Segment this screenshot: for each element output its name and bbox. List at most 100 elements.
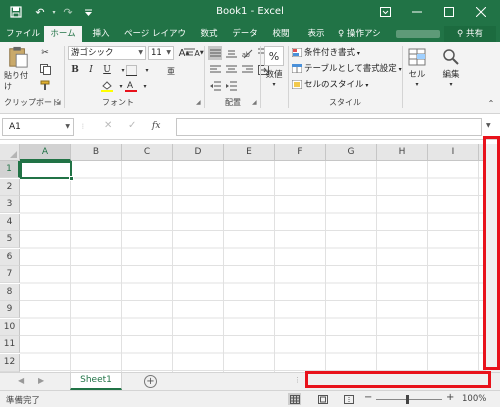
cancel-icon[interactable]: ✕ — [104, 120, 112, 138]
number-format-button[interactable]: 数値 — [262, 68, 286, 80]
ribbon-display-options-icon[interactable] — [372, 2, 398, 22]
align-bottom-icon[interactable] — [224, 46, 238, 60]
zoom-slider-thumb[interactable] — [406, 395, 409, 404]
format-as-table-button[interactable]: テーブルとして書式設定 ▾ — [292, 62, 402, 76]
page-layout-view-icon[interactable] — [316, 393, 329, 405]
increase-indent-icon[interactable] — [224, 79, 238, 93]
row-header[interactable]: 2 — [0, 179, 20, 196]
add-sheet-icon[interactable]: + — [144, 375, 157, 388]
row-header[interactable]: 7 — [0, 266, 20, 283]
column-header[interactable]: D — [173, 144, 224, 161]
chevron-down-icon[interactable]: ▾ — [270, 80, 278, 88]
align-left-icon[interactable] — [208, 63, 222, 77]
cells-button[interactable]: セル — [404, 68, 430, 80]
cut-icon[interactable]: ✂ — [38, 46, 52, 60]
chevron-down-icon[interactable]: ▾ — [447, 80, 455, 88]
tab-home[interactable]: ホーム — [44, 26, 82, 42]
column-header[interactable]: C — [122, 144, 173, 161]
chevron-down-icon[interactable]: ▾ — [413, 80, 421, 88]
enter-icon[interactable]: ✓ — [128, 120, 136, 138]
format-painter-icon[interactable] — [38, 78, 52, 92]
minimize-button[interactable] — [404, 2, 430, 22]
tab-split-handle-icon[interactable]: ⋮ — [294, 376, 301, 384]
tell-me-box[interactable]: ♀ 操作アシ — [338, 26, 381, 42]
tab-view[interactable]: 表示 — [300, 26, 332, 42]
select-all-button[interactable] — [0, 144, 20, 161]
maximize-button[interactable] — [436, 2, 462, 22]
drag-handle-icon[interactable]: ⋮ — [80, 123, 86, 141]
worksheet-grid[interactable]: A B C D E F G H I 1 2 3 4 5 6 7 8 9 10 1… — [0, 144, 486, 372]
editing-button[interactable]: 編集 — [436, 68, 466, 80]
column-header[interactable]: F — [275, 144, 326, 161]
decrease-indent-icon[interactable] — [208, 79, 222, 93]
fill-handle[interactable] — [69, 176, 74, 181]
align-top-icon[interactable] — [182, 46, 196, 60]
row-header[interactable]: 4 — [0, 214, 20, 231]
collapse-ribbon-icon[interactable]: ⌃ — [486, 98, 496, 108]
row-header[interactable]: 8 — [0, 284, 20, 301]
column-header[interactable]: E — [224, 144, 275, 161]
scroll-right-icon[interactable]: ▶ — [38, 376, 44, 385]
font-color-dropdown-icon[interactable]: ▾ — [138, 79, 152, 93]
row-header[interactable]: 3 — [0, 196, 20, 213]
font-color-icon[interactable]: A — [124, 79, 138, 93]
alignment-launcher-icon[interactable]: ◢ — [252, 99, 257, 106]
insert-function-icon[interactable]: fx — [152, 121, 160, 139]
cell-styles-button[interactable]: セルのスタイル ▾ — [292, 78, 368, 92]
tab-insert[interactable]: 挿入 — [84, 26, 118, 42]
column-header[interactable]: H — [377, 144, 428, 161]
page-break-view-icon[interactable] — [342, 393, 355, 405]
orientation-icon[interactable]: ab — [240, 46, 254, 60]
row-header[interactable]: 11 — [0, 336, 20, 353]
underline-button[interactable]: U — [100, 63, 114, 77]
percent-icon[interactable]: % — [264, 46, 284, 66]
row-header[interactable]: 6 — [0, 249, 20, 266]
row-header[interactable]: 1 — [0, 161, 20, 178]
tab-page-layout[interactable]: ページ レイアウト — [120, 26, 190, 55]
tab-data[interactable]: データ — [228, 26, 262, 42]
expand-formula-icon[interactable]: ▼ — [486, 122, 491, 129]
sheet-tab[interactable]: Sheet1 — [70, 373, 122, 390]
italic-button[interactable]: I — [84, 63, 98, 77]
cell-area[interactable] — [20, 161, 486, 372]
search-icon[interactable] — [440, 46, 462, 68]
phonetic-icon[interactable]: 亜 — [166, 63, 180, 77]
font-launcher-icon[interactable]: ◢ — [196, 99, 201, 106]
font-name-select[interactable]: 游ゴシック ▼ — [68, 46, 146, 60]
clipboard-launcher-icon[interactable]: ◢ — [56, 99, 61, 106]
close-button[interactable] — [468, 2, 494, 22]
tab-formulas[interactable]: 数式 — [192, 26, 226, 42]
zoom-slider[interactable] — [376, 399, 442, 400]
column-header[interactable]: G — [326, 144, 377, 161]
share-button[interactable]: ⚲ 共有 — [444, 26, 496, 42]
tab-review[interactable]: 校閲 — [264, 26, 298, 42]
zoom-percent[interactable]: 100% — [462, 394, 486, 404]
row-header[interactable]: 12 — [0, 354, 20, 372]
row-header[interactable]: 9 — [0, 301, 20, 318]
active-cell[interactable] — [20, 161, 72, 179]
zoom-in-button[interactable]: + — [446, 392, 454, 403]
row-header[interactable]: 5 — [0, 231, 20, 248]
align-right-icon[interactable] — [240, 63, 254, 77]
fill-color-icon[interactable] — [100, 79, 114, 93]
zoom-out-button[interactable]: − — [364, 392, 372, 403]
borders-dropdown-icon[interactable]: ▾ — [140, 63, 154, 77]
scroll-left-icon[interactable]: ◀ — [18, 376, 24, 385]
font-size-select[interactable]: 11 ▼ — [148, 46, 174, 60]
row-header[interactable]: 10 — [0, 319, 20, 336]
tab-file[interactable]: ファイル — [4, 26, 42, 42]
column-header[interactable]: I — [428, 144, 479, 161]
normal-view-icon[interactable] — [288, 393, 301, 405]
borders-icon[interactable] — [124, 63, 138, 77]
column-header[interactable]: B — [71, 144, 122, 161]
align-center-icon[interactable] — [224, 63, 238, 77]
align-middle-icon[interactable] — [208, 46, 222, 60]
account-name[interactable] — [396, 30, 440, 38]
column-header[interactable]: A — [20, 144, 71, 161]
conditional-formatting-button[interactable]: 条件付き書式 ▾ — [292, 46, 360, 60]
copy-icon[interactable] — [38, 62, 52, 76]
paste-button[interactable]: 貼り付け — [4, 46, 32, 92]
bold-button[interactable]: B — [68, 63, 82, 77]
formula-input[interactable] — [176, 118, 482, 136]
name-box[interactable]: A1 ▼ — [2, 118, 74, 136]
